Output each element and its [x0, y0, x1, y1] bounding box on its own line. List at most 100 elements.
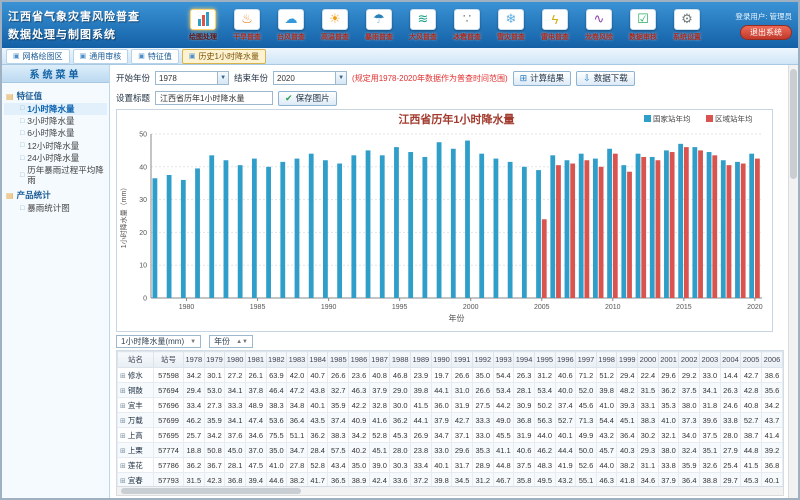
- vertical-scrollbar[interactable]: [788, 65, 798, 498]
- table-row[interactable]: ⊞ 上栗5777418.850.845.037.035.034.728.457.…: [118, 443, 783, 458]
- col-header-year-1978[interactable]: 1978: [184, 352, 205, 368]
- table-row[interactable]: ⊞ 宜丰5769633.427.333.348.938.334.840.135.…: [118, 398, 783, 413]
- col-header-year-1985[interactable]: 1985: [328, 352, 349, 368]
- unit-selector[interactable]: 1小时降水量(mm) ▼: [116, 335, 201, 348]
- col-header-year-1983[interactable]: 1983: [287, 352, 308, 368]
- save-image-icon: ✔: [285, 93, 293, 104]
- col-header-year-1986[interactable]: 1986: [349, 352, 370, 368]
- tab-3[interactable]: ▣特征值: [131, 49, 179, 64]
- sidebar-item-1-6[interactable]: □历年暴雨过程平均降雨: [4, 165, 107, 187]
- table-row[interactable]: ⊞ 宜春5779331.542.336.839.444.638.241.736.…: [118, 473, 783, 488]
- value-cell: 27.3: [204, 398, 225, 413]
- expand-icon[interactable]: ⊞: [120, 448, 128, 455]
- table-row[interactable]: ⊞ 莲花5778636.236.728.147.541.027.852.843.…: [118, 458, 783, 473]
- col-header-year-1989[interactable]: 1989: [411, 352, 432, 368]
- tab-2[interactable]: ▣通用审核: [73, 49, 129, 64]
- expand-icon[interactable]: ⊞: [120, 403, 128, 410]
- sidebar-item-1-5[interactable]: □24小时降水量: [4, 152, 107, 164]
- toolbar-item-lightning[interactable]: ϟ雷电普查: [534, 9, 576, 42]
- col-header-year-1988[interactable]: 1988: [390, 352, 411, 368]
- value-cell: 34.1: [225, 413, 246, 428]
- col-header-year-2001[interactable]: 2001: [658, 352, 679, 368]
- download-data-button[interactable]: ⇩ 数据下载: [576, 71, 635, 86]
- value-cell: 41.5: [411, 398, 432, 413]
- bar-national: [636, 154, 641, 298]
- col-header-year-1996[interactable]: 1996: [555, 352, 576, 368]
- col-header-year-1984[interactable]: 1984: [307, 352, 328, 368]
- col-header-year-1987[interactable]: 1987: [369, 352, 390, 368]
- col-header-year-2006[interactable]: 2006: [761, 352, 782, 368]
- toolbar-item-wind[interactable]: ≋大风普查: [402, 9, 444, 42]
- sidebar-item-1-3[interactable]: □6小时降水量: [4, 128, 107, 140]
- col-header-year-2003[interactable]: 2003: [700, 352, 721, 368]
- tab-1[interactable]: ▣网格绘图区: [6, 49, 70, 64]
- col-header-station[interactable]: 站名: [118, 352, 154, 368]
- col-header-year-2000[interactable]: 2000: [638, 352, 659, 368]
- start-year-select[interactable]: 1978 ▼: [155, 71, 229, 85]
- col-header-year-2004[interactable]: 2004: [720, 352, 741, 368]
- col-header-year-1998[interactable]: 1998: [596, 352, 617, 368]
- station-name-cell: ⊞ 宜丰: [118, 398, 154, 413]
- exit-system-button[interactable]: 退出系统: [740, 25, 792, 40]
- expand-icon[interactable]: ⊞: [120, 433, 128, 440]
- toolbar-item-tornado[interactable]: ∿龙卷风险: [578, 9, 620, 42]
- col-header-year-1979[interactable]: 1979: [204, 352, 225, 368]
- expand-icon[interactable]: ⊞: [120, 373, 128, 380]
- value-cell: 41.8: [617, 473, 638, 488]
- value-cell: 38.2: [617, 458, 638, 473]
- expand-icon[interactable]: ⊞: [120, 418, 128, 425]
- app-title-line2: 数据处理与制图系统: [8, 26, 148, 42]
- toolbar-item-rainstorm[interactable]: ☂暴雨普查: [358, 9, 400, 42]
- horizontal-scrollbar-thumb[interactable]: [121, 488, 301, 494]
- col-header-year-1997[interactable]: 1997: [576, 352, 597, 368]
- sidebar-item-1-2[interactable]: □3小时降水量: [4, 115, 107, 127]
- expand-icon[interactable]: ⊞: [120, 388, 128, 395]
- col-header-year-1994[interactable]: 1994: [514, 352, 535, 368]
- toolbar-item-hail[interactable]: ∵冰雹普查: [446, 9, 488, 42]
- toolbar-item-chart[interactable]: 绘图处理: [182, 9, 224, 42]
- end-year-select[interactable]: 2020 ▼: [273, 71, 347, 85]
- col-header-year-1990[interactable]: 1990: [431, 352, 452, 368]
- expand-icon[interactable]: ⊞: [120, 463, 128, 470]
- col-header-year-2005[interactable]: 2005: [741, 352, 762, 368]
- sort-control[interactable]: 年份 ▲▼: [209, 335, 253, 348]
- svg-text:40: 40: [139, 164, 147, 171]
- toolbar-item-typhoon[interactable]: ☁台风普查: [270, 9, 312, 42]
- table-row[interactable]: ⊞ 修水5759834.230.127.226.163.942.040.726.…: [118, 368, 783, 383]
- toolbar-item-snow[interactable]: ❄雪灾普查: [490, 9, 532, 42]
- col-header-year-1980[interactable]: 1980: [225, 352, 246, 368]
- save-image-button[interactable]: ✔ 保存图片: [278, 91, 337, 106]
- expand-icon[interactable]: ⊞: [120, 478, 128, 485]
- table-row[interactable]: ⊞ 万载5769946.235.934.147.453.636.443.537.…: [118, 413, 783, 428]
- toolbar-item-audit[interactable]: ☑数据审核: [622, 9, 664, 42]
- col-header-year-1992[interactable]: 1992: [472, 352, 493, 368]
- col-header-year-1982[interactable]: 1982: [266, 352, 287, 368]
- table-row[interactable]: ⊞ 铜鼓5769429.453.034.137.846.447.243.832.…: [118, 383, 783, 398]
- tab-4[interactable]: ▣历史1小时降水量: [182, 49, 266, 64]
- col-header-id[interactable]: 站号: [154, 352, 184, 368]
- col-header-year-1981[interactable]: 1981: [245, 352, 266, 368]
- calculate-button[interactable]: ⊞ 计算结果: [513, 71, 572, 86]
- table-row[interactable]: ⊞ 上高5769525.734.237.634.675.551.136.238.…: [118, 428, 783, 443]
- sidebar-item-2-1[interactable]: □暴雨统计图: [4, 202, 107, 214]
- sidebar-item-label: 历年暴雨过程平均降雨: [27, 166, 107, 185]
- horizontal-scrollbar[interactable]: [116, 487, 784, 496]
- value-cell: 39.8: [596, 383, 617, 398]
- tree-group-1[interactable]: ▤特征值: [6, 90, 107, 102]
- col-header-year-1991[interactable]: 1991: [452, 352, 473, 368]
- tree-group-2[interactable]: ▤产品统计: [6, 189, 107, 201]
- sidebar-item-1-1[interactable]: □1小时降水量: [4, 103, 107, 115]
- value-cell: 36.8: [761, 458, 782, 473]
- toolbar-item-settings[interactable]: ⚙系统设置: [666, 9, 708, 42]
- toolbar-item-drought[interactable]: ♨干旱普查: [226, 9, 268, 42]
- col-header-year-1993[interactable]: 1993: [493, 352, 514, 368]
- toolbar-item-heat[interactable]: ☀高温普查: [314, 9, 356, 42]
- svg-text:1985: 1985: [250, 304, 266, 311]
- col-header-year-1999[interactable]: 1999: [617, 352, 638, 368]
- col-header-year-2002[interactable]: 2002: [679, 352, 700, 368]
- col-header-year-1995[interactable]: 1995: [534, 352, 555, 368]
- sidebar-item-1-4[interactable]: □12小时降水量: [4, 140, 107, 152]
- value-cell: 37.8: [245, 383, 266, 398]
- vertical-scrollbar-thumb[interactable]: [790, 69, 797, 179]
- chart-title-input[interactable]: 江西省历年1小时降水量: [155, 91, 273, 105]
